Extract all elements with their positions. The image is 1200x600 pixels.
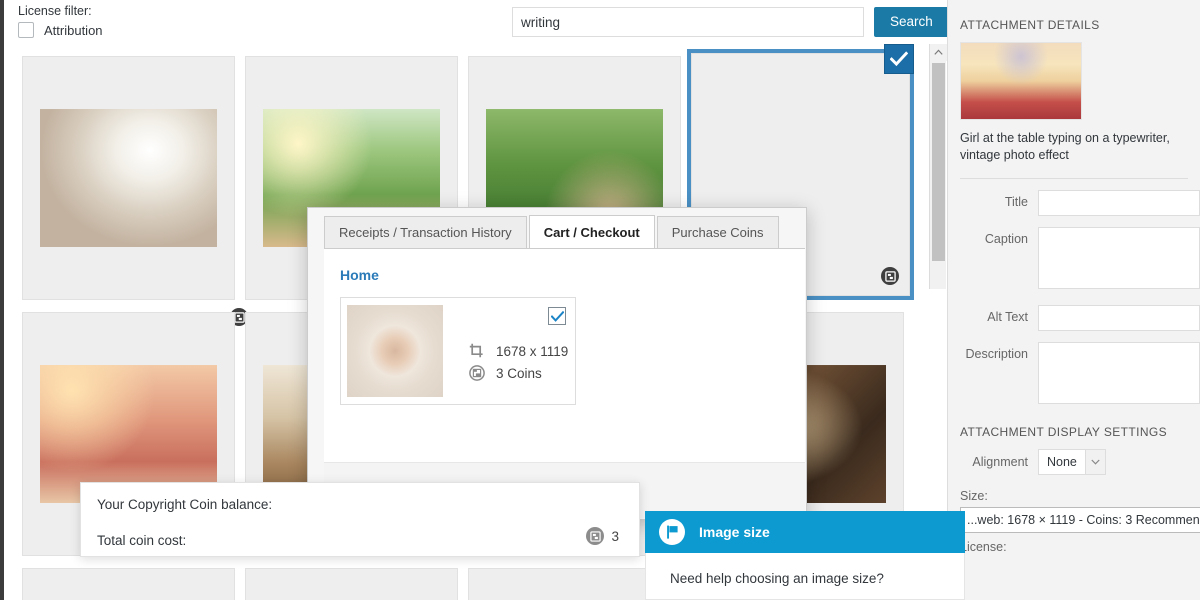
flag-icon: [659, 519, 685, 545]
search-button[interactable]: Search: [874, 7, 949, 37]
checkout-modal: Receipts / Transaction History Cart / Ch…: [307, 207, 807, 520]
field-title: Title: [948, 190, 1200, 216]
media-thumbnail: [39, 109, 218, 247]
tab-label: Receipts / Transaction History: [339, 225, 512, 240]
title-input[interactable]: [1038, 190, 1200, 216]
attribution-checkbox[interactable]: [18, 22, 34, 38]
size-select[interactable]: ...web: 1678 × 1119 - Coins: 3 Recommend…: [960, 507, 1200, 533]
attachment-caption-text: Girl at the table typing on a typewriter…: [960, 131, 1170, 162]
total-coin-cost-value: 3: [611, 528, 619, 544]
window-left-edge: [0, 0, 4, 600]
media-tile[interactable]: [22, 568, 235, 600]
coin-balance-label: Your Copyright Coin balance:: [97, 497, 273, 512]
coin-balance-panel: Your Copyright Coin balance: Total coin …: [80, 482, 640, 557]
checkout-tabs: Receipts / Transaction History Cart / Ch…: [308, 208, 806, 249]
field-description: Description: [948, 342, 1200, 409]
image-size-help-header: Image size: [645, 511, 965, 553]
home-link[interactable]: Home: [324, 249, 805, 283]
caption-input[interactable]: [1038, 227, 1200, 289]
media-toolbar: License filter: Attribution Search: [0, 0, 952, 44]
description-input[interactable]: [1038, 342, 1200, 404]
grid-scrollbar[interactable]: [929, 44, 947, 289]
field-label-title: Title: [1004, 195, 1028, 209]
cart-item-coins: 3 Coins: [496, 365, 542, 381]
alignment-select[interactable]: None: [1038, 449, 1106, 475]
total-coin-cost-value-group: 3: [586, 527, 619, 545]
scroll-up-arrow-icon[interactable]: [930, 44, 947, 61]
media-tile[interactable]: [245, 568, 458, 600]
tab-label: Purchase Coins: [671, 225, 764, 240]
field-label-alt-text: Alt Text: [987, 310, 1028, 324]
field-caption: Caption: [948, 227, 1200, 294]
crop-icon: [469, 342, 489, 360]
app-root: License filter: Attribution Search: [0, 0, 1200, 600]
chevron-down-icon: [1084, 450, 1105, 474]
attachment-details-heading: ATTACHMENT DETAILS: [960, 18, 1100, 32]
alignment-label: Alignment: [972, 455, 1028, 469]
image-size-help-popover: Image size Need help choosing an image s…: [645, 511, 965, 600]
size-value: ...web: 1678 × 1119 - Coins: 3 Recommend…: [967, 513, 1200, 527]
image-size-help-body: Need help choosing an image size?: [645, 553, 965, 600]
image-size-help-title: Image size: [699, 524, 770, 540]
search-input[interactable]: [512, 7, 864, 37]
cart-item-coins-row: 3 Coins: [469, 364, 568, 382]
total-coin-cost-label: Total coin cost:: [97, 533, 187, 548]
coin-icon: [586, 527, 605, 545]
cart-item[interactable]: 1678 x 1119 3 Coins: [340, 297, 576, 405]
license-label: License:: [960, 540, 1007, 554]
cart-item-dimensions: 1678 x 1119: [496, 343, 569, 359]
field-alt-text: Alt Text: [948, 305, 1200, 331]
attribution-label: Attribution: [44, 22, 103, 38]
attachment-display-settings-heading: ATTACHMENT DISPLAY SETTINGS: [960, 425, 1168, 439]
license-filter-group: License filter: Attribution: [18, 4, 103, 38]
search-group: Search: [512, 7, 949, 37]
cart-item-checkbox[interactable]: [548, 307, 566, 325]
cart-item-dimensions-row: 1678 x 1119: [469, 342, 568, 360]
checkout-panel: Home 1678 x 1119 3 Coins: [324, 248, 805, 518]
field-label-description: Description: [965, 347, 1028, 361]
size-label: Size:: [960, 489, 988, 503]
field-label-caption: Caption: [984, 232, 1028, 246]
alignment-row: Alignment None: [948, 449, 1200, 475]
attachment-details-sidebar: ATTACHMENT DETAILS Girl at the table typ…: [947, 0, 1200, 600]
attachment-thumbnail[interactable]: [960, 42, 1082, 120]
sidebar-divider: [960, 178, 1188, 179]
coin-badge-icon: [881, 267, 899, 285]
cart-item-thumbnail: [347, 305, 443, 397]
license-filter-title: License filter:: [18, 4, 92, 18]
cart-item-meta: 1678 x 1119 3 Coins: [469, 338, 568, 382]
tab-receipts-transaction-history[interactable]: Receipts / Transaction History: [324, 216, 527, 248]
media-tile[interactable]: [22, 56, 248, 326]
tab-cart-checkout[interactable]: Cart / Checkout: [528, 215, 655, 249]
selected-check-icon[interactable]: [884, 44, 914, 74]
tab-purchase-coins[interactable]: Purchase Coins: [656, 216, 779, 248]
tab-label: Cart / Checkout: [543, 224, 640, 240]
coin-icon: [469, 364, 489, 382]
grid-scrollbar-thumb[interactable]: [932, 63, 945, 261]
alignment-value: None: [1047, 455, 1077, 469]
alt-text-input[interactable]: [1038, 305, 1200, 331]
